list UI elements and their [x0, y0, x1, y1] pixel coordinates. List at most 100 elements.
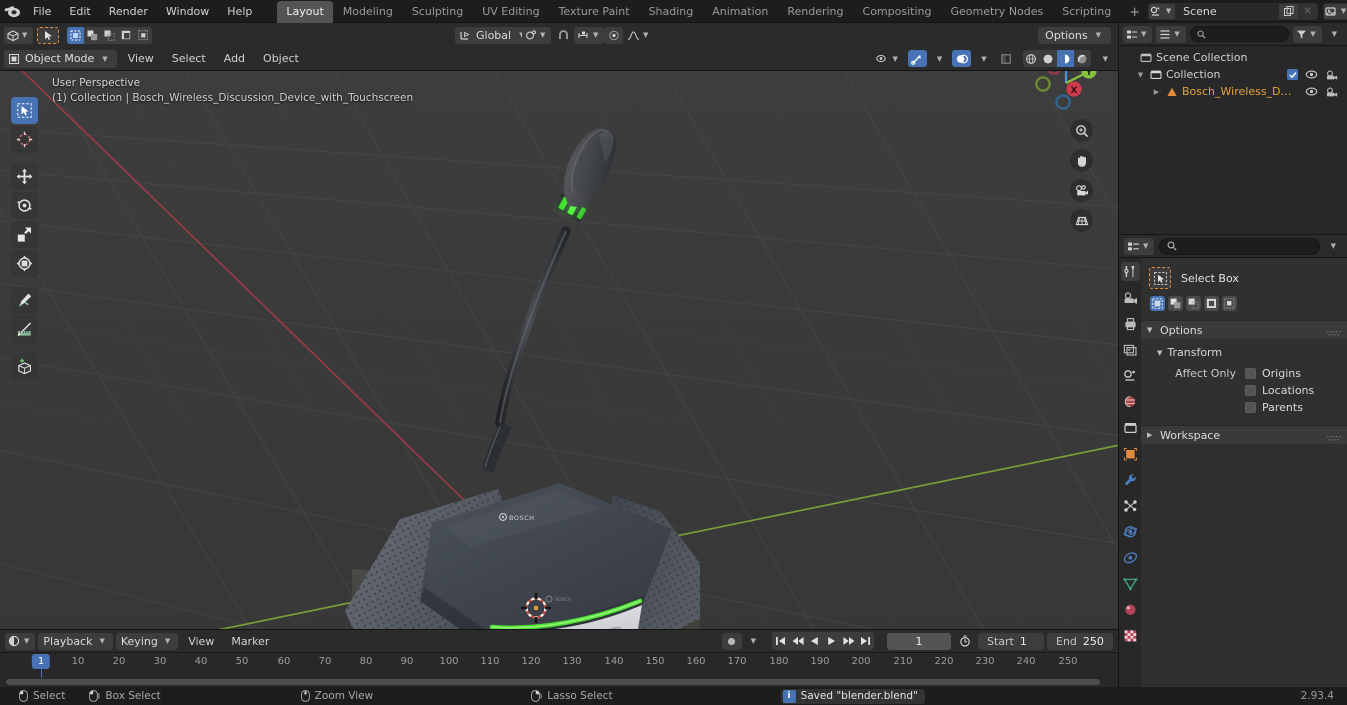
eye-icon[interactable]	[1305, 69, 1318, 80]
select-mode-invert-icon[interactable]	[118, 27, 135, 44]
timeline-scrollbar-thumb[interactable]	[6, 679, 1100, 685]
properties-tab-view-layer[interactable]	[1121, 340, 1140, 359]
select-subtract-icon[interactable]	[1186, 296, 1201, 311]
select-intersect-icon[interactable]	[1222, 296, 1237, 311]
tool-annotate[interactable]	[11, 287, 38, 314]
properties-search-input[interactable]	[1159, 237, 1320, 255]
select-mode-set-icon[interactable]	[67, 26, 85, 44]
collection-checkbox[interactable]	[1287, 69, 1298, 80]
menu-window[interactable]: Window	[157, 2, 218, 21]
tool-scale[interactable]	[11, 221, 38, 248]
properties-tab-collection[interactable]	[1121, 418, 1140, 437]
outliner-display-mode[interactable]: ▼	[1156, 25, 1186, 43]
hand-pan-icon[interactable]	[1070, 149, 1093, 172]
jump-to-start-button[interactable]	[772, 632, 789, 650]
eye-icon[interactable]	[1305, 86, 1318, 97]
outliner-row-scene-collection[interactable]: Scene Collection	[1119, 49, 1347, 66]
properties-tab-particles[interactable]	[1121, 496, 1140, 515]
properties-tab-render[interactable]	[1121, 288, 1140, 307]
properties-tab-output[interactable]	[1121, 314, 1140, 333]
tool-select-mode-group[interactable]	[1141, 296, 1347, 320]
subpanel-header-transform[interactable]: ▼ Transform	[1141, 344, 1347, 361]
properties-editor-type-icon[interactable]: ▼	[1124, 237, 1155, 255]
tool-select-box[interactable]	[11, 97, 38, 124]
locations-checkbox[interactable]	[1245, 385, 1256, 396]
properties-tab-object[interactable]	[1121, 444, 1140, 463]
workspace-tab-modeling[interactable]: Modeling	[334, 1, 402, 23]
workspace-tab-animation[interactable]: Animation	[703, 1, 777, 23]
blender-logo-icon[interactable]	[4, 2, 21, 20]
editor-type-3dview-icon[interactable]: ▼	[4, 26, 34, 44]
tool-add-cube[interactable]	[11, 353, 38, 380]
viewport-canvas[interactable]: BOSCH BOSCH	[0, 71, 1118, 629]
workspace-tab-texture-paint[interactable]: Texture Paint	[550, 1, 639, 23]
panel-disclosure-triangle[interactable]: ▶	[1147, 431, 1155, 439]
scene-selector[interactable]: ▼ Scene ✕	[1148, 2, 1319, 20]
auto-keying-dropdown[interactable]: ▼	[745, 633, 762, 650]
unlink-scene-button[interactable]: ✕	[1298, 3, 1318, 19]
viewport-3d[interactable]: ▼ Global ▼ ▼ ▼ Options ▼ Object Mode ▼ V…	[0, 23, 1118, 629]
workspace-tab-rendering[interactable]: Rendering	[778, 1, 852, 23]
viewport-menu-object[interactable]: Object	[256, 50, 306, 67]
stopwatch-icon[interactable]	[954, 633, 975, 650]
tool-tweak-icon[interactable]	[37, 26, 60, 44]
object-mode-selector[interactable]: Object Mode ▼	[4, 49, 117, 68]
menu-render[interactable]: Render	[100, 2, 157, 21]
current-frame-field[interactable]: 1	[887, 632, 951, 650]
zoom-icon[interactable]	[1070, 119, 1093, 142]
tool-cursor[interactable]	[11, 126, 38, 153]
workspace-tab-uv-editing[interactable]: UV Editing	[473, 1, 548, 23]
panel-header-options[interactable]: ▼ Options	[1141, 320, 1347, 339]
select-mode-subtract-icon[interactable]	[101, 27, 118, 44]
outliner-options-dropdown[interactable]: ▼	[1326, 26, 1343, 43]
tool-rotate[interactable]	[11, 192, 38, 219]
play-button[interactable]	[823, 632, 840, 650]
overlays-icon[interactable]	[952, 50, 972, 67]
proportional-editing-icon[interactable]	[604, 26, 623, 44]
timeline-menu-keying[interactable]: Keying ▼	[115, 632, 179, 650]
properties-tab-modifiers[interactable]	[1121, 470, 1140, 489]
properties-tab-tool[interactable]	[1120, 262, 1140, 281]
camera-render-icon[interactable]	[1325, 69, 1338, 80]
workspace-tab-layout[interactable]: Layout	[277, 0, 333, 23]
falloff-smooth-icon[interactable]: ▼	[624, 27, 654, 44]
prev-keyframe-button[interactable]	[789, 632, 806, 650]
menu-edit[interactable]: Edit	[60, 2, 99, 21]
workspace-tab-sculpting[interactable]: Sculpting	[403, 1, 472, 23]
select-set-icon[interactable]	[1150, 296, 1165, 311]
shading-mode-group[interactable]	[1022, 50, 1091, 67]
shading-material-preview-icon[interactable]	[1056, 50, 1074, 67]
outliner-filter-icon[interactable]: ▼	[1293, 25, 1322, 43]
properties-tab-world[interactable]	[1121, 392, 1140, 411]
select-mode-extend-icon[interactable]	[84, 27, 101, 44]
shading-solid-icon[interactable]	[1040, 50, 1057, 67]
outliner-editor-type-icon[interactable]: ▼	[1123, 25, 1153, 43]
object-visibility-icon[interactable]: ▼	[873, 50, 903, 67]
next-keyframe-button[interactable]	[840, 632, 857, 650]
xray-icon[interactable]	[997, 50, 1016, 67]
tool-move[interactable]	[11, 163, 38, 190]
snap-increment-icon[interactable]: ▼	[574, 26, 605, 44]
timeline-menu-playback[interactable]: Playback ▼	[38, 632, 113, 650]
properties-options-dropdown[interactable]: ▼	[1325, 238, 1342, 255]
menu-file[interactable]: File	[24, 2, 60, 21]
properties-tab-texture[interactable]	[1121, 626, 1140, 645]
disclosure-triangle[interactable]: ▶	[1151, 88, 1162, 96]
origins-checkbox[interactable]	[1245, 368, 1256, 379]
shading-rendered-icon[interactable]	[1074, 50, 1091, 67]
add-workspace-button[interactable]: +	[1121, 2, 1148, 23]
workspace-tab-shading[interactable]: Shading	[640, 1, 703, 23]
gizmo-icon[interactable]	[907, 50, 927, 67]
outliner-tree[interactable]: Scene Collection ▼ Collection ▶ Bosch_Wi…	[1119, 46, 1347, 234]
timeline-editor-type-icon[interactable]: ▼	[5, 632, 36, 650]
transform-orientation-selector[interactable]: Global ▼	[455, 26, 532, 44]
timeline-menu-marker[interactable]: Marker	[224, 633, 276, 650]
proper­ties-tab-physics[interactable]	[1121, 522, 1140, 541]
timeline-scrollbar[interactable]	[0, 678, 1118, 687]
new-scene-button[interactable]	[1279, 3, 1299, 19]
select-mode-intersect-icon[interactable]	[135, 27, 152, 44]
select-mode-group[interactable]	[67, 26, 153, 44]
shading-dropdown[interactable]: ▼	[1097, 50, 1114, 67]
disclosure-triangle[interactable]: ▼	[1135, 71, 1146, 79]
camera-render-icon[interactable]	[1325, 86, 1338, 97]
